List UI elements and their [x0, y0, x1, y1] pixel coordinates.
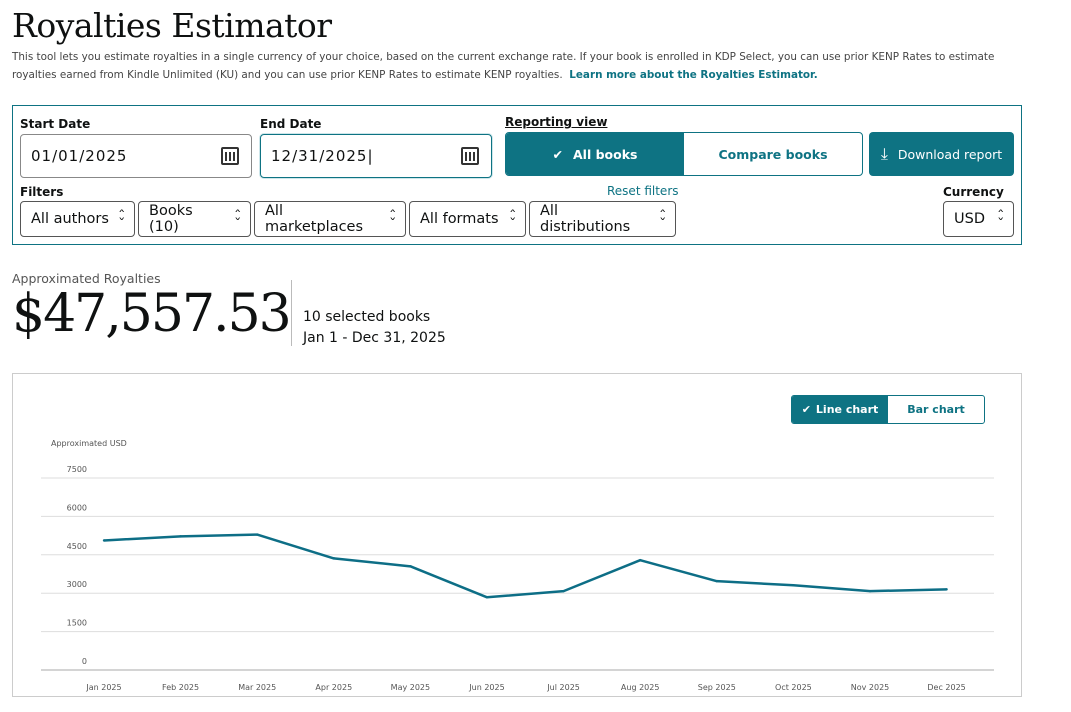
- intro-text: This tool lets you estimate royalties in…: [12, 48, 1022, 84]
- x-tick-label: Jan 2025: [85, 683, 121, 692]
- data-point: [715, 579, 718, 583]
- select-value: All distributions: [540, 203, 631, 235]
- x-tick-label: Nov 2025: [851, 683, 890, 692]
- x-tick-label: Oct 2025: [775, 683, 812, 692]
- compare-books-button[interactable]: Compare books: [684, 133, 862, 175]
- books-select[interactable]: Books (10) ˄ ˅: [138, 201, 251, 237]
- y-tick-label: 3000: [67, 580, 87, 589]
- learn-more-link[interactable]: Learn more about the Royalties Estimator…: [569, 69, 817, 81]
- date-range: Jan 1 - Dec 31, 2025: [303, 330, 446, 346]
- divider: [291, 280, 292, 346]
- chevron-updown-icon: ˄ ˅: [117, 208, 126, 229]
- filters-panel: Start Date 01/01/2025 End Date 12/31/202…: [12, 105, 1022, 245]
- calendar-icon[interactable]: [461, 147, 479, 165]
- start-date-label: Start Date: [20, 117, 91, 131]
- selected-books: 10 selected books: [303, 309, 431, 325]
- data-point: [562, 589, 565, 593]
- start-date-value: 01/01/2025: [31, 147, 128, 165]
- x-tick-label: Jun 2025: [468, 683, 504, 692]
- data-point: [792, 584, 795, 587]
- distributions-select[interactable]: All distributions ˄ ˅: [529, 201, 676, 237]
- data-point: [945, 588, 948, 591]
- data-point: [102, 539, 106, 542]
- royalties-amount: $47,557.53: [12, 284, 292, 344]
- data-point: [409, 565, 412, 568]
- select-value: USD: [954, 211, 985, 227]
- end-date-input[interactable]: 12/31/2025|: [260, 134, 492, 178]
- data-point: [332, 557, 335, 560]
- x-tick-label: Apr 2025: [315, 683, 352, 692]
- all-books-button[interactable]: ✔ All books: [506, 133, 684, 175]
- select-value: All authors: [31, 211, 109, 227]
- data-point: [179, 535, 182, 538]
- chevron-updown-icon: ˄ ˅: [388, 208, 397, 229]
- end-date-value: 12/31/2025: [271, 147, 368, 165]
- y-tick-label: 0: [82, 657, 87, 666]
- x-tick-label: Dec 2025: [927, 683, 965, 692]
- data-point: [485, 596, 489, 599]
- authors-select[interactable]: All authors ˄ ˅: [20, 201, 135, 237]
- data-point: [868, 589, 872, 593]
- x-tick-label: May 2025: [391, 683, 430, 692]
- currency-label: Currency: [943, 185, 1004, 199]
- select-value: All formats: [420, 211, 499, 227]
- chevron-updown-icon: ˄ ˅: [233, 208, 242, 229]
- currency-select[interactable]: USD ˄ ˅: [943, 201, 1014, 237]
- check-icon: ✔: [552, 146, 563, 162]
- x-tick-label: Mar 2025: [238, 683, 276, 692]
- calendar-icon[interactable]: [221, 147, 239, 165]
- end-date-label: End Date: [260, 117, 322, 131]
- select-value: Books (10): [149, 203, 193, 235]
- start-date-input[interactable]: 01/01/2025: [20, 134, 252, 178]
- download-label: Download report: [897, 146, 1003, 162]
- y-tick-label: 7500: [67, 465, 87, 474]
- chevron-updown-icon: ˄ ˅: [996, 208, 1005, 229]
- reset-filters-link[interactable]: Reset filters: [607, 184, 679, 198]
- reporting-view-label: Reporting view: [505, 115, 608, 129]
- download-report-button[interactable]: ⤓ Download report: [869, 132, 1014, 176]
- chevron-updown-icon: ˄ ˅: [658, 208, 667, 229]
- series-line: [103, 533, 947, 599]
- y-tick-label: 4500: [67, 542, 87, 551]
- chart-panel: ✔ Line chart Bar chart Approximated USD 75…: [12, 373, 1022, 697]
- line-chart: Approximated USD 7500 6000 4500 3000 1500 0 Jan…: [41, 439, 994, 692]
- y-axis-label: Approximated USD: [51, 439, 127, 448]
- marketplaces-select[interactable]: All marketplaces ˄ ˅: [254, 201, 406, 237]
- x-tick-label: Jul 2025: [546, 683, 580, 692]
- x-tick-label: Feb 2025: [162, 683, 199, 692]
- filters-label: Filters: [20, 185, 64, 199]
- x-tick-label: Aug 2025: [621, 683, 660, 692]
- formats-select[interactable]: All formats ˄ ˅: [409, 201, 526, 237]
- y-tick-label: 1500: [67, 619, 87, 628]
- reporting-view-toggle: ✔ All books Compare books: [505, 132, 863, 176]
- all-books-label: All books: [573, 146, 638, 162]
- data-point: [256, 533, 259, 536]
- chevron-updown-icon: ˄ ˅: [508, 208, 517, 229]
- page-title: Royalties Estimator: [12, 6, 332, 45]
- x-tick-label: Sep 2025: [698, 683, 736, 692]
- intro-description: This tool lets you estimate royalties in…: [12, 51, 995, 81]
- y-tick-label: 6000: [67, 503, 87, 512]
- select-value: All marketplaces: [265, 203, 364, 235]
- data-point: [639, 558, 642, 562]
- download-icon: ⤓: [880, 144, 888, 163]
